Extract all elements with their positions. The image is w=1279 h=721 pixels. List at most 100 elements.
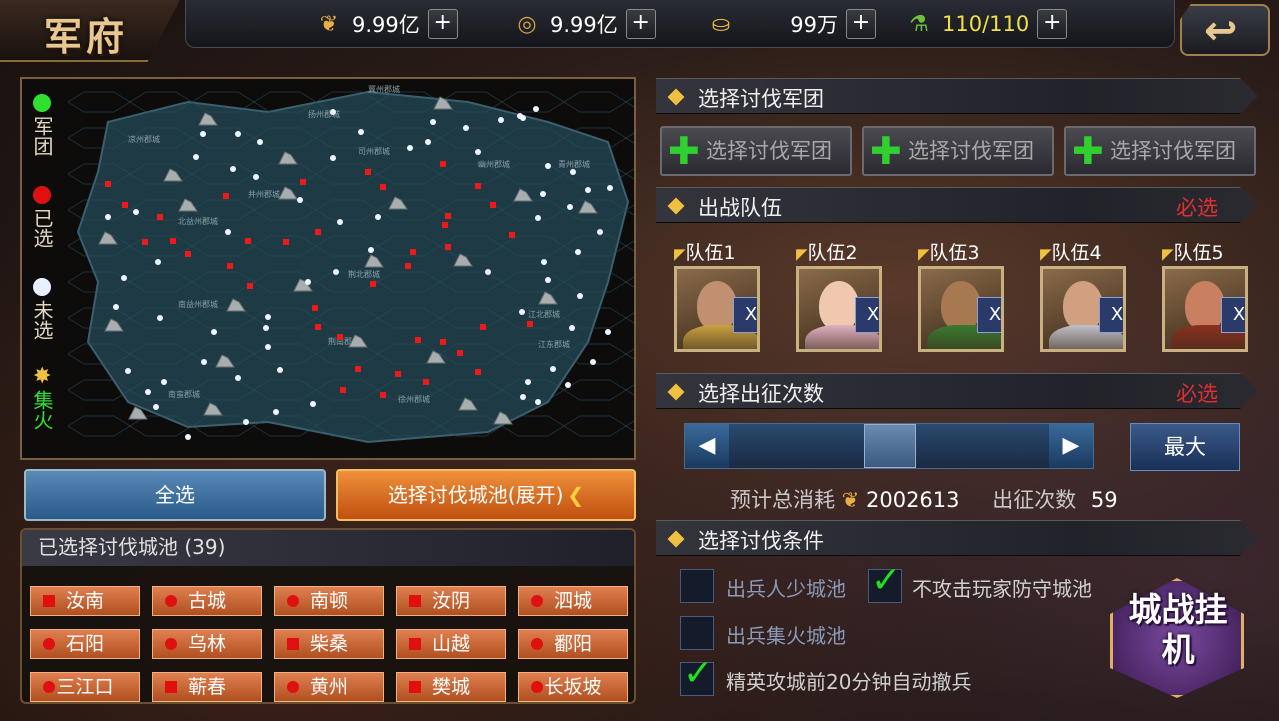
- selected-city-node[interactable]: [440, 161, 446, 167]
- selected-city-node[interactable]: [340, 387, 346, 393]
- general-portrait[interactable]: X: [674, 266, 760, 352]
- unselected-city-node[interactable]: [225, 229, 231, 235]
- selected-city-node[interactable]: [370, 281, 376, 287]
- selected-city-node[interactable]: [300, 179, 306, 185]
- unselected-city-node[interactable]: [498, 117, 504, 123]
- unselected-city-node[interactable]: [535, 215, 541, 221]
- selected-city-node[interactable]: [475, 369, 481, 375]
- unselected-city-node[interactable]: [305, 279, 311, 285]
- unselected-city-node[interactable]: [265, 344, 271, 350]
- selected-city-node[interactable]: [245, 238, 251, 244]
- unselected-city-node[interactable]: [430, 119, 436, 125]
- unselected-city-node[interactable]: [375, 214, 381, 220]
- add-ingot-button[interactable]: +: [846, 9, 876, 39]
- selected-city-node[interactable]: [337, 334, 343, 340]
- selected-city-node[interactable]: [105, 181, 111, 187]
- selected-city-node[interactable]: [410, 249, 416, 255]
- back-button[interactable]: ↩: [1180, 4, 1270, 56]
- selected-city-node[interactable]: [395, 371, 401, 377]
- remove-team-button[interactable]: X: [1099, 297, 1123, 333]
- selected-city-node[interactable]: [380, 392, 386, 398]
- unselected-city-node[interactable]: [235, 375, 241, 381]
- checkbox-focus-fire[interactable]: [680, 616, 714, 650]
- unselected-city-node[interactable]: [463, 125, 469, 131]
- unselected-city-node[interactable]: [257, 139, 263, 145]
- general-portrait[interactable]: X: [1162, 266, 1248, 352]
- unselected-city-node[interactable]: [133, 209, 139, 215]
- max-button[interactable]: 最大: [1130, 423, 1240, 471]
- general-portrait[interactable]: X: [1040, 266, 1126, 352]
- unselected-city-node[interactable]: [310, 401, 316, 407]
- add-coin-button[interactable]: +: [625, 9, 656, 39]
- unselected-city-node[interactable]: [545, 277, 551, 283]
- selected-city-node[interactable]: [445, 213, 451, 219]
- unselected-city-node[interactable]: [253, 174, 259, 180]
- unselected-city-node[interactable]: [607, 185, 613, 191]
- unselected-city-node[interactable]: [105, 214, 111, 220]
- unselected-city-node[interactable]: [540, 191, 546, 197]
- unselected-city-node[interactable]: [550, 366, 556, 372]
- legion-slot-1-button[interactable]: ✚ 选择讨伐军团: [660, 126, 852, 176]
- unselected-city-node[interactable]: [533, 106, 539, 112]
- city-chip[interactable]: 泗城: [518, 586, 628, 616]
- city-chip[interactable]: 汝南: [30, 586, 140, 616]
- selected-city-node[interactable]: [157, 214, 163, 220]
- selected-city-node[interactable]: [315, 229, 321, 235]
- selected-city-node[interactable]: [315, 324, 321, 330]
- checkbox-elite-retreat[interactable]: ✓: [680, 653, 714, 696]
- unselected-city-node[interactable]: [235, 131, 241, 137]
- selected-city-node[interactable]: [405, 263, 411, 269]
- unselected-city-node[interactable]: [485, 269, 491, 275]
- unselected-city-node[interactable]: [333, 269, 339, 275]
- unselected-city-node[interactable]: [277, 367, 283, 373]
- selected-city-node[interactable]: [480, 324, 486, 330]
- remove-team-button[interactable]: X: [1221, 297, 1245, 333]
- unselected-city-node[interactable]: [185, 434, 191, 440]
- unselected-city-node[interactable]: [161, 379, 167, 385]
- unselected-city-node[interactable]: [590, 359, 596, 365]
- selected-city-node[interactable]: [423, 379, 429, 385]
- add-stamina-button[interactable]: +: [1037, 9, 1068, 39]
- selected-city-node[interactable]: [185, 251, 191, 257]
- territory-map[interactable]: 凉州郡城 冀州郡城司州郡城幽州郡城 青州郡城并州郡城北益州郡城荆北郡城徐州郡城 南益州…: [68, 82, 634, 456]
- city-chip[interactable]: 柴桑: [274, 629, 384, 659]
- unselected-city-node[interactable]: [519, 309, 525, 315]
- selected-city-node[interactable]: [283, 239, 289, 245]
- unselected-city-node[interactable]: [265, 314, 271, 320]
- unselected-city-node[interactable]: [535, 399, 541, 405]
- selected-city-node[interactable]: [223, 193, 229, 199]
- selected-city-node[interactable]: [442, 222, 448, 228]
- unselected-city-node[interactable]: [193, 154, 199, 160]
- selected-city-node[interactable]: [509, 232, 515, 238]
- selected-city-node[interactable]: [227, 263, 233, 269]
- unselected-city-node[interactable]: [297, 197, 303, 203]
- unselected-city-node[interactable]: [358, 129, 364, 135]
- selected-city-node[interactable]: [365, 169, 371, 175]
- unselected-city-node[interactable]: [570, 169, 576, 175]
- selected-city-node[interactable]: [457, 350, 463, 356]
- selected-city-node[interactable]: [490, 202, 496, 208]
- unselected-city-node[interactable]: [368, 247, 374, 253]
- unselected-city-node[interactable]: [125, 368, 131, 374]
- city-chip[interactable]: 樊城: [396, 672, 506, 702]
- unselected-city-node[interactable]: [407, 145, 413, 151]
- unselected-city-node[interactable]: [273, 409, 279, 415]
- general-portrait[interactable]: X: [918, 266, 1004, 352]
- unselected-city-node[interactable]: [145, 389, 151, 395]
- unselected-city-node[interactable]: [243, 419, 249, 425]
- selected-city-node[interactable]: [415, 337, 421, 343]
- unselected-city-node[interactable]: [545, 163, 551, 169]
- unselected-city-node[interactable]: [520, 115, 526, 121]
- selected-city-node[interactable]: [142, 239, 148, 245]
- checkbox-few-troops[interactable]: [680, 569, 714, 603]
- select-cities-button[interactable]: 选择讨伐城池(展开) ❮: [336, 469, 636, 521]
- selected-city-node[interactable]: [380, 184, 386, 190]
- unselected-city-node[interactable]: [230, 166, 236, 172]
- slider-handle[interactable]: [864, 424, 916, 468]
- count-slider[interactable]: ◀ ▶: [684, 423, 1094, 469]
- unselected-city-node[interactable]: [567, 204, 573, 210]
- unselected-city-node[interactable]: [211, 329, 217, 335]
- checkbox-no-defended[interactable]: ✓: [868, 560, 902, 603]
- city-chip[interactable]: 南顿: [274, 586, 384, 616]
- general-portrait[interactable]: X: [796, 266, 882, 352]
